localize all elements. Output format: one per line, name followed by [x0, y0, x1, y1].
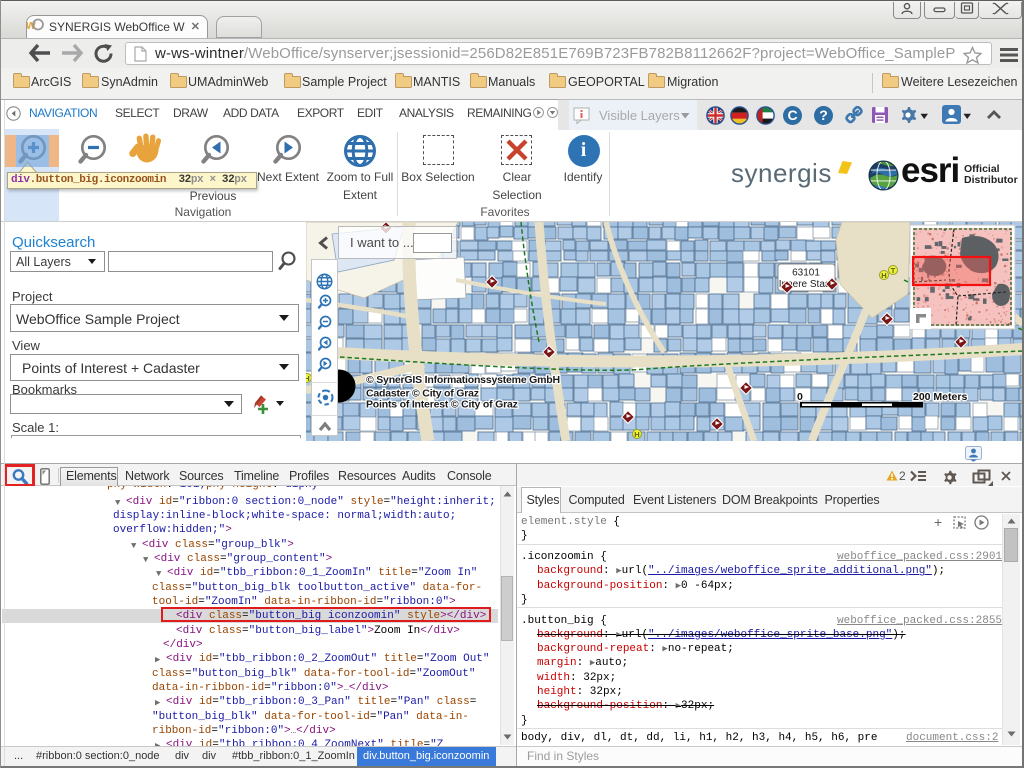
- svg-text:200 Meters: 200 Meters: [913, 391, 967, 403]
- svg-text:H: H: [634, 430, 639, 439]
- svg-text:0: 0: [797, 391, 803, 403]
- svg-text:T: T: [891, 266, 896, 275]
- svg-text:Points of Interest © City of G: Points of Interest © City of Graz: [366, 399, 518, 411]
- svg-text:H: H: [881, 271, 886, 280]
- svg-text:© SynerGIS Informationssysteme: © SynerGIS Informationssysteme GmbH: [366, 374, 560, 386]
- svg-text:H: H: [306, 374, 310, 383]
- svg-text:63101: 63101: [792, 268, 820, 279]
